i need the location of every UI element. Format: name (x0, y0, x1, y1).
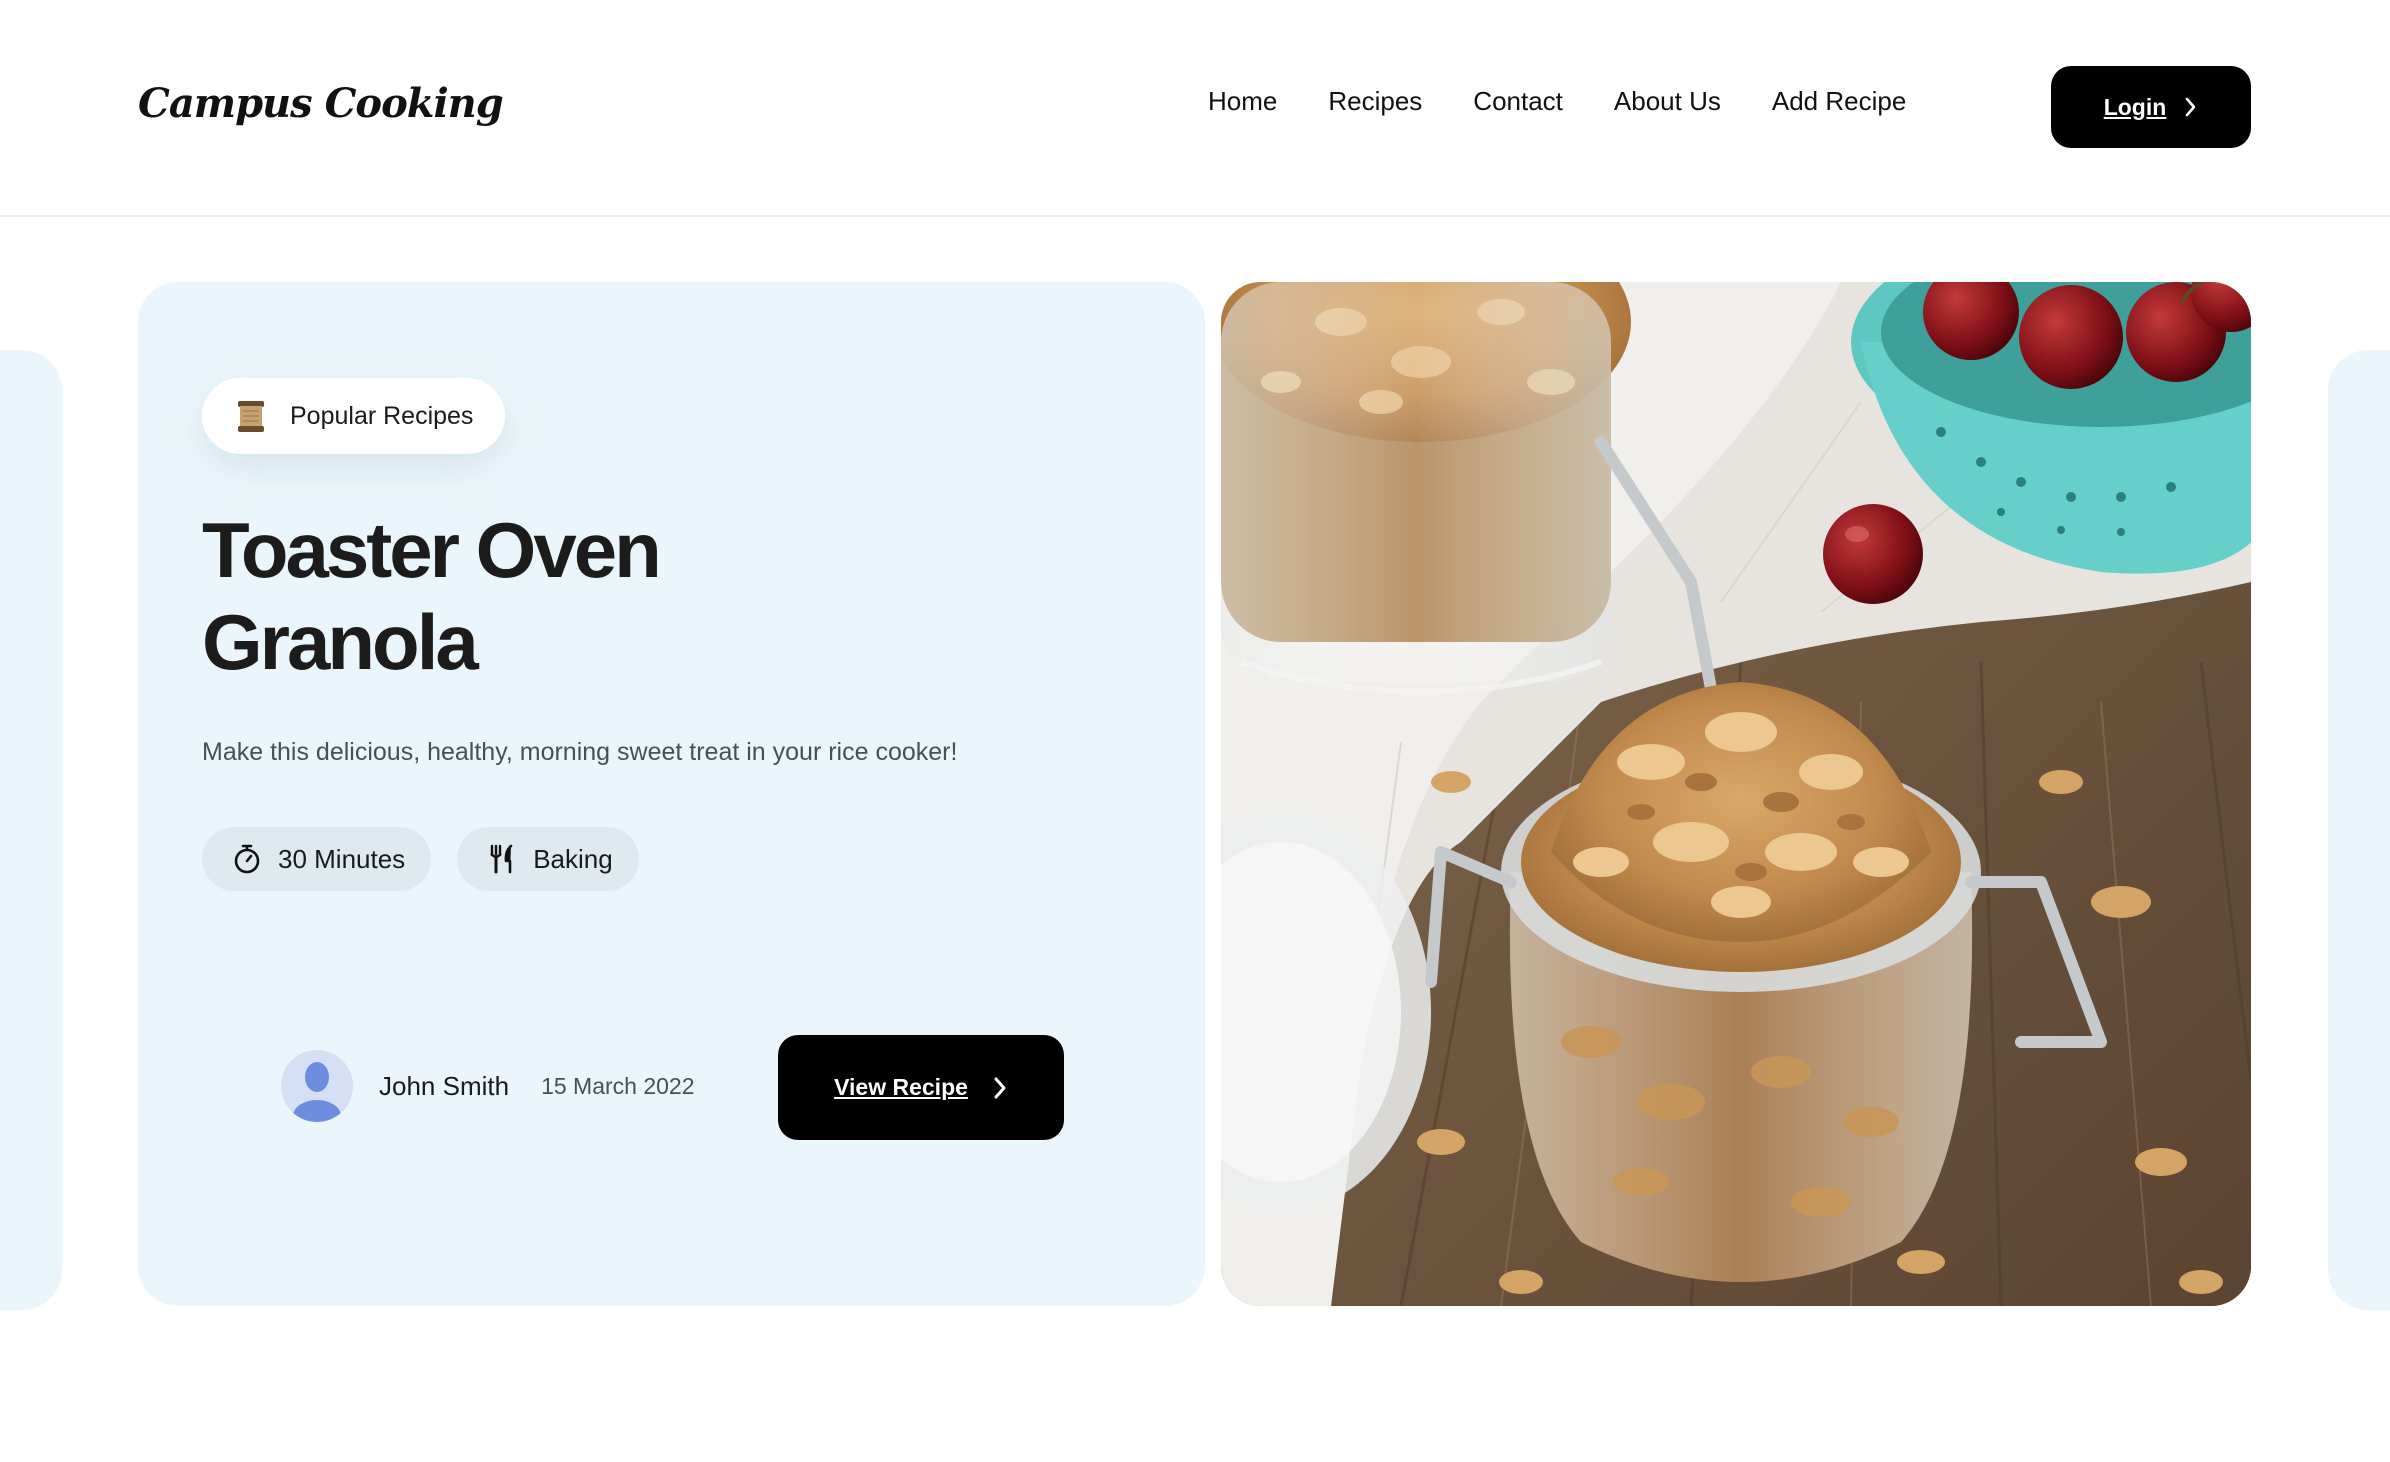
publish-date: 15 March 2022 (541, 1072, 695, 1099)
user-icon (281, 1050, 353, 1122)
nav-contact[interactable]: Contact (1473, 86, 1563, 117)
category-label: Baking (533, 843, 613, 874)
recipe-meta-chips: 30 Minutes Baking (202, 827, 639, 891)
duration-label: 30 Minutes (278, 843, 406, 874)
author-info: John Smith 15 March 2022 (281, 1050, 695, 1122)
duration-chip: 30 Minutes (202, 827, 432, 891)
author-name[interactable]: John Smith (379, 1071, 509, 1102)
view-recipe-button[interactable]: View Recipe (778, 1035, 1064, 1140)
recipe-title-line-2: Granola (202, 598, 479, 686)
granola-jar-image (1221, 282, 2251, 1306)
scroll-icon (238, 401, 264, 432)
nav-recipes[interactable]: Recipes (1328, 86, 1422, 117)
login-label: Login (2103, 93, 2167, 120)
login-button[interactable]: Login (2051, 66, 2251, 148)
site-header: Campus Cooking Home Recipes Contact Abou… (0, 0, 2390, 217)
author-avatar[interactable] (281, 1050, 353, 1122)
recipe-description: Make this delicious, healthy, morning sw… (202, 738, 958, 766)
chevron-right-icon (2185, 97, 2196, 117)
next-slide-card[interactable] (2328, 350, 2390, 1310)
popular-recipes-badge: Popular Recipes (202, 378, 506, 454)
recipe-title-line-1: Toaster Oven (202, 506, 662, 594)
view-recipe-label: View Recipe (834, 1074, 968, 1100)
site-logo[interactable]: Campus Cooking (138, 80, 504, 127)
featured-recipe-card: Popular Recipes Toaster Oven Granola Mak… (138, 282, 1205, 1306)
nav-about-us[interactable]: About Us (1614, 86, 1721, 117)
category-chip: Baking (457, 827, 639, 891)
badge-label: Popular Recipes (290, 401, 474, 430)
timer-icon (234, 844, 260, 874)
nav-home[interactable]: Home (1208, 86, 1277, 117)
previous-slide-card[interactable] (0, 350, 62, 1310)
nav-add-recipe[interactable]: Add Recipe (1772, 86, 1906, 117)
recipe-photo[interactable] (1221, 282, 2251, 1306)
chevron-right-icon (994, 1077, 1006, 1098)
main-nav: Home Recipes Contact About Us Add Recipe (1208, 86, 1906, 117)
recipe-title: Toaster Oven Granola (202, 504, 902, 688)
utensils-icon (490, 844, 513, 874)
